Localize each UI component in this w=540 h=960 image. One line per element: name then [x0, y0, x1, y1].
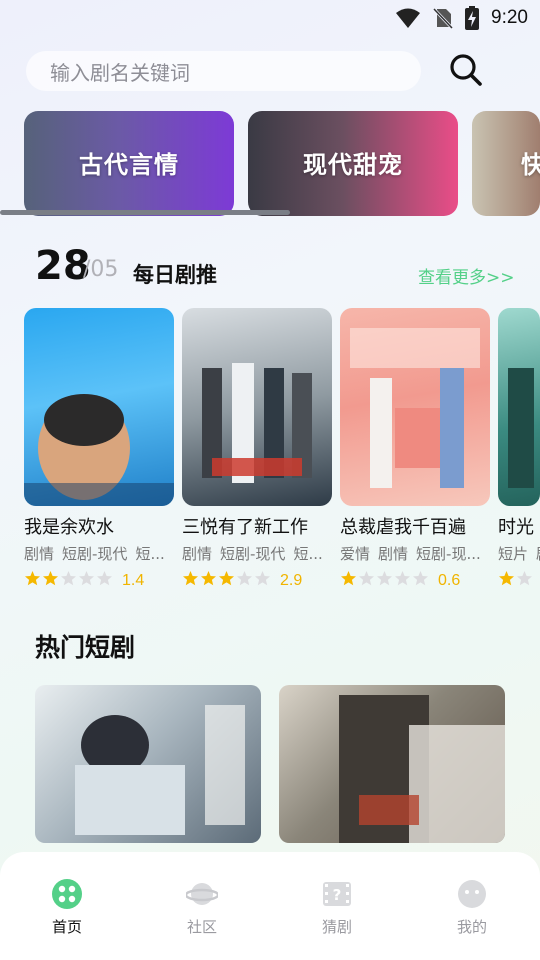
search-input[interactable]: 输入剧名关键词 [26, 51, 421, 91]
drama-title[interactable]: 总裁虐我千百遍 [340, 513, 490, 539]
star-icon [25, 571, 40, 586]
star-icon [183, 571, 198, 586]
tab-profile[interactable]: 我的 [432, 878, 512, 937]
home-icon [52, 879, 82, 909]
star-icon [359, 571, 374, 586]
profile-face-icon [458, 880, 486, 908]
rating: 2.9 [182, 570, 302, 591]
rating: 0.6 [340, 570, 460, 591]
category-label: 快 [521, 151, 540, 179]
star-icon [237, 571, 252, 586]
rating: 1.4 [24, 570, 144, 591]
category-label: 现代甜宠 [303, 151, 403, 179]
drama-tags: 剧情 短剧-现代 短... [24, 543, 174, 564]
star-icon [377, 571, 392, 586]
star-rating [182, 570, 272, 591]
daily-title: 每日剧推 [133, 263, 217, 287]
drama-tags: 爱情 剧情 短剧-现... [340, 543, 490, 564]
drama-tags: 剧情 短剧-现代 短... [182, 543, 332, 564]
tag: 剧情 [24, 545, 55, 563]
star-icon [201, 571, 216, 586]
poster-art [508, 368, 534, 488]
star-icon [395, 571, 410, 586]
drama-poster[interactable] [498, 308, 540, 506]
tab-label: 我的 [456, 918, 487, 936]
tag: 短剧-现... [416, 545, 481, 563]
star-icon [79, 571, 94, 586]
status-bar: 9:20 [0, 0, 540, 36]
poster-art [350, 328, 480, 488]
tag: 短片 [498, 545, 529, 563]
tag: 剧情 [182, 545, 213, 563]
star-icon [43, 571, 58, 586]
film-question-icon: ? [323, 882, 351, 906]
tab-home[interactable]: 首页 [27, 878, 107, 937]
rating [498, 570, 534, 591]
hot-drama-poster[interactable] [279, 685, 505, 843]
status-icons: 9:20 [395, 6, 528, 30]
see-more-link[interactable]: 查看更多>> [418, 263, 515, 288]
category-card-partial[interactable]: 快 [472, 111, 540, 216]
poster-art [24, 394, 174, 506]
star-icon [255, 571, 270, 586]
drama-title[interactable]: 三悦有了新工作 [182, 513, 332, 539]
battery-charging-icon [465, 6, 480, 30]
tab-guess[interactable]: ? 猜剧 [297, 878, 377, 937]
star-icon [413, 571, 428, 586]
star-rating [340, 570, 430, 591]
daily-date-month: /05 [83, 257, 119, 282]
clock: 9:20 [491, 7, 528, 28]
drama-poster[interactable] [182, 308, 332, 506]
poster-art [202, 363, 312, 483]
tag: 短... [135, 545, 165, 563]
tab-community[interactable]: 社区 [162, 878, 242, 937]
category-card-ancient-romance[interactable]: 古代言情 [24, 111, 234, 216]
star-rating [498, 570, 534, 591]
tab-label: 猜剧 [321, 918, 352, 936]
rating-score: 1.4 [122, 571, 145, 589]
category-label: 古代言情 [79, 151, 179, 179]
tag: 短... [293, 545, 323, 563]
search-placeholder: 输入剧名关键词 [50, 60, 190, 85]
drama-poster[interactable] [340, 308, 490, 506]
tag: 剧情 [378, 545, 409, 563]
wifi-icon [396, 8, 421, 28]
svg-text:?: ? [333, 886, 342, 904]
drama-title[interactable]: 时光 [498, 513, 540, 539]
poster-art [339, 695, 505, 843]
star-icon [61, 571, 76, 586]
poster-art [75, 705, 245, 835]
tag: 短剧-现代 [220, 545, 286, 563]
star-icon [341, 571, 356, 586]
star-rating [24, 570, 114, 591]
no-sim-icon [433, 7, 454, 29]
star-icon [517, 571, 532, 586]
tag: 短剧-现代 [62, 545, 128, 563]
drama-tags: 短片 剧 [498, 543, 540, 564]
star-icon [219, 571, 234, 586]
tab-label: 首页 [51, 918, 82, 936]
category-card-modern-sweet[interactable]: 现代甜宠 [248, 111, 458, 216]
search-icon [450, 54, 482, 86]
tab-label: 社区 [186, 918, 217, 936]
planet-icon [186, 883, 218, 905]
rating-score: 2.9 [280, 571, 303, 589]
drama-title[interactable]: 我是余欢水 [24, 513, 174, 539]
hot-drama-poster[interactable] [35, 685, 261, 843]
hot-dramas-title: 热门短剧 [35, 633, 136, 662]
search-button[interactable] [446, 50, 486, 90]
rating-score: 0.6 [438, 571, 461, 589]
drama-poster[interactable] [24, 308, 174, 506]
category-scroll-indicator [0, 210, 290, 215]
star-icon [97, 571, 112, 586]
star-icon [499, 571, 514, 586]
tag: 爱情 [340, 545, 371, 563]
bottom-tab-bar: 首页 社区 ? 猜剧 我的 [0, 852, 540, 960]
tag: 剧 [536, 543, 540, 564]
